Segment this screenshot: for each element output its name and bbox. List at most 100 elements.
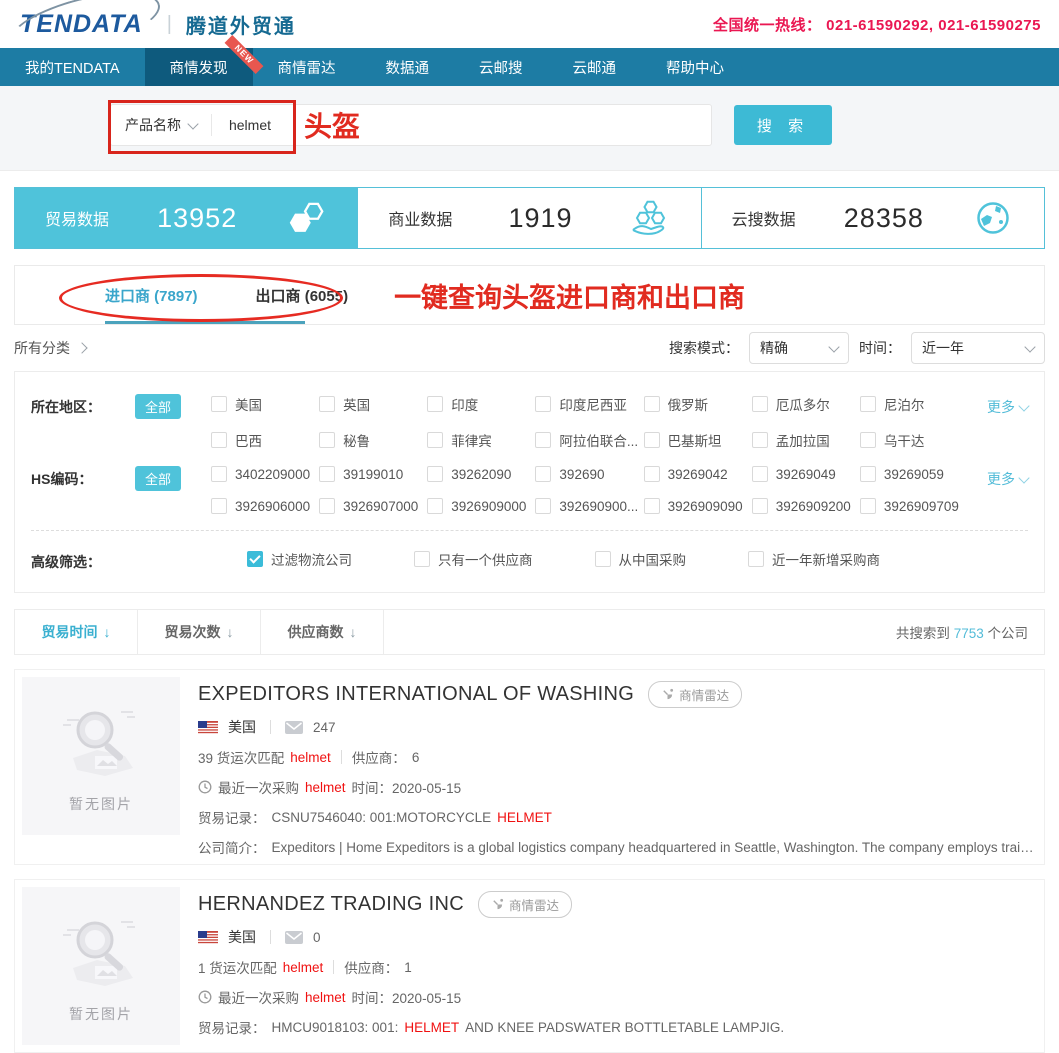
tab-importers[interactable]: 进口商 (7897) (105, 285, 198, 306)
company-name[interactable]: EXPEDITORS INTERNATIONAL OF WASHING (198, 683, 634, 706)
search-field-select[interactable]: 产品名称 (111, 105, 211, 145)
sort-supplier-count[interactable]: 供应商数 (261, 610, 384, 654)
recent-purchase-line: 最近一次采购 helmet时间：2020-05-15 (198, 777, 1037, 797)
search-mode-select[interactable]: 精确 (749, 332, 849, 364)
hs-code-checkbox[interactable]: 392690 (535, 466, 639, 482)
search-section: 产品名称 头盔 搜 索 (0, 86, 1059, 171)
advanced-filter-row: 高级筛选： 过滤物流公司 只有一个供应商 从中国采购 近一年新增采购商 (31, 530, 1028, 578)
region-checkbox[interactable]: 菲律宾 (427, 430, 531, 450)
tendata-logo: TENDATA (18, 6, 153, 43)
search-input[interactable] (212, 116, 288, 134)
region-checkbox[interactable]: 印度 (427, 394, 531, 414)
company-card: 暂无图片 EXPEDITORS INTERNATIONAL OF WASHING… (14, 669, 1045, 865)
hs-code-checkbox[interactable]: 3926909090 (644, 498, 748, 514)
search-button[interactable]: 搜 索 (734, 105, 832, 145)
nav-item-cloud-mail[interactable]: 云邮通 (548, 48, 642, 86)
checkbox-icon (595, 551, 611, 567)
hs-code-checkbox[interactable]: 39262090 (427, 466, 531, 482)
main-nav: 我的TENDATA 商情发现 NEW 商情雷达 数据通 云邮搜 云邮通 帮助中心 (0, 48, 1059, 86)
mail-icon[interactable] (285, 721, 303, 734)
checkbox-icon (211, 396, 227, 412)
nav-item-cloud-mail-search[interactable]: 云邮搜 (454, 48, 548, 86)
time-range-select[interactable]: 近一年 (911, 332, 1045, 364)
region-checkbox[interactable]: 美国 (211, 394, 315, 414)
hs-code-checkbox[interactable]: 39269042 (644, 466, 748, 482)
all-categories-link[interactable]: 所有分类 (14, 338, 86, 358)
chevron-down-icon (187, 118, 198, 129)
nav-item-datapass[interactable]: 数据通 (361, 48, 455, 86)
radar-dish-icon (491, 898, 504, 911)
chevron-down-icon (1018, 472, 1029, 483)
nav-item-help-center[interactable]: 帮助中心 (641, 48, 749, 86)
hs-code-checkbox[interactable]: 39269059 (860, 466, 964, 482)
checkbox-icon (535, 396, 551, 412)
company-profile-line: 公司简介： Expeditors | Home Expeditors is a … (198, 837, 1037, 857)
hs-code-checkbox[interactable]: 39199010 (319, 466, 423, 482)
buy-from-china-checkbox[interactable]: 从中国采购 (595, 549, 687, 569)
keyword-highlight: HELMET (404, 1020, 459, 1035)
nav-item-radar[interactable]: 商情雷达 (253, 48, 361, 86)
hs-code-checkbox[interactable]: 392690900... (535, 498, 639, 514)
region-checkbox[interactable]: 乌干达 (860, 430, 964, 450)
region-checkbox[interactable]: 俄罗斯 (644, 394, 748, 414)
checkbox-icon (644, 466, 660, 482)
new-buyer-checkbox[interactable]: 近一年新增采购商 (748, 549, 880, 569)
company-country: 美国 (228, 927, 256, 947)
sort-trade-time[interactable]: 贸易时间 (15, 610, 138, 654)
annotation-keyword-cn: 头盔 (304, 105, 360, 145)
region-all-badge[interactable]: 全部 (135, 394, 181, 419)
filter-logistics-checkbox[interactable]: 过滤物流公司 (247, 549, 352, 569)
single-supplier-checkbox[interactable]: 只有一个供应商 (414, 549, 533, 569)
region-label: 所在地区： (31, 394, 135, 417)
hs-code-checkbox[interactable]: 3402209000 (211, 466, 315, 482)
no-image-placeholder-icon (55, 908, 147, 1000)
tab-exporters[interactable]: 出口商 (6055) (256, 285, 349, 306)
hs-code-checkbox[interactable]: 3926909709 (860, 498, 964, 514)
nav-item-discovery[interactable]: 商情发现 NEW (145, 48, 253, 86)
region-checkbox[interactable]: 巴基斯坦 (644, 430, 748, 450)
radar-button[interactable]: 商情雷达 (478, 891, 572, 918)
nav-item-my-tendata[interactable]: 我的TENDATA (0, 48, 145, 86)
radar-button[interactable]: 商情雷达 (648, 681, 742, 708)
hs-all-badge[interactable]: 全部 (135, 466, 181, 491)
no-image-placeholder-icon (55, 698, 147, 790)
region-checkbox[interactable]: 印度尼西亚 (535, 394, 639, 414)
hs-code-checkbox[interactable]: 39269049 (752, 466, 856, 482)
checkbox-icon (748, 551, 764, 567)
checkbox-icon (644, 498, 660, 514)
region-checkbox[interactable]: 巴西 (211, 430, 315, 450)
checkbox-icon (644, 396, 660, 412)
trade-record-line: 贸易记录： CSNU7546040: 001:MOTORCYCLE HELMET (198, 807, 1037, 827)
company-body: HERNANDEZ TRADING INC 商情雷达 美国 (198, 887, 1037, 1045)
radar-dish-icon (661, 688, 674, 701)
region-checkbox[interactable]: 阿拉伯联合... (535, 430, 639, 450)
region-checkbox[interactable]: 秘鲁 (319, 430, 423, 450)
company-name[interactable]: HERNANDEZ TRADING INC (198, 893, 464, 916)
checkbox-icon (860, 432, 876, 448)
region-more-link[interactable]: 更多 (987, 397, 1028, 417)
checkbox-icon (535, 498, 551, 514)
region-checkbox[interactable]: 尼泊尔 (860, 394, 964, 414)
hs-more-link[interactable]: 更多 (987, 469, 1028, 489)
region-checkbox[interactable]: 厄瓜多尔 (752, 394, 856, 414)
sort-trade-count[interactable]: 贸易次数 (138, 610, 261, 654)
checkbox-icon (535, 432, 551, 448)
hs-code-checkbox[interactable]: 3926909000 (427, 498, 531, 514)
stat-business-data[interactable]: 商业数据 1919 (357, 188, 700, 248)
company-thumbnail[interactable]: 暂无图片 (22, 677, 180, 835)
hs-code-checkbox[interactable]: 3926906000 (211, 498, 315, 514)
company-body: EXPEDITORS INTERNATIONAL OF WASHING 商情雷达 (198, 677, 1037, 857)
company-thumbnail[interactable]: 暂无图片 (22, 887, 180, 1045)
mail-icon[interactable] (285, 931, 303, 944)
hs-code-checkbox[interactable]: 3926907000 (319, 498, 423, 514)
hand-network-icon (629, 198, 671, 238)
stat-trade-data[interactable]: 贸易数据 13952 (15, 188, 357, 248)
checkbox-icon (211, 498, 227, 514)
region-checkbox[interactable]: 英国 (319, 394, 423, 414)
stats-row: 贸易数据 13952 商业数据 1919 云搜数据 (14, 187, 1045, 249)
hs-code-checkbox[interactable]: 3926909200 (752, 498, 856, 514)
region-filter-row: 所在地区： 全部 美国 英国 印度 印度尼西亚 俄罗斯 厄瓜多尔 尼泊尔 巴西 … (31, 386, 1028, 458)
region-checkbox[interactable]: 孟加拉国 (752, 430, 856, 450)
stat-cloud-search-data[interactable]: 云搜数据 28358 (701, 188, 1044, 248)
checkbox-icon (644, 432, 660, 448)
